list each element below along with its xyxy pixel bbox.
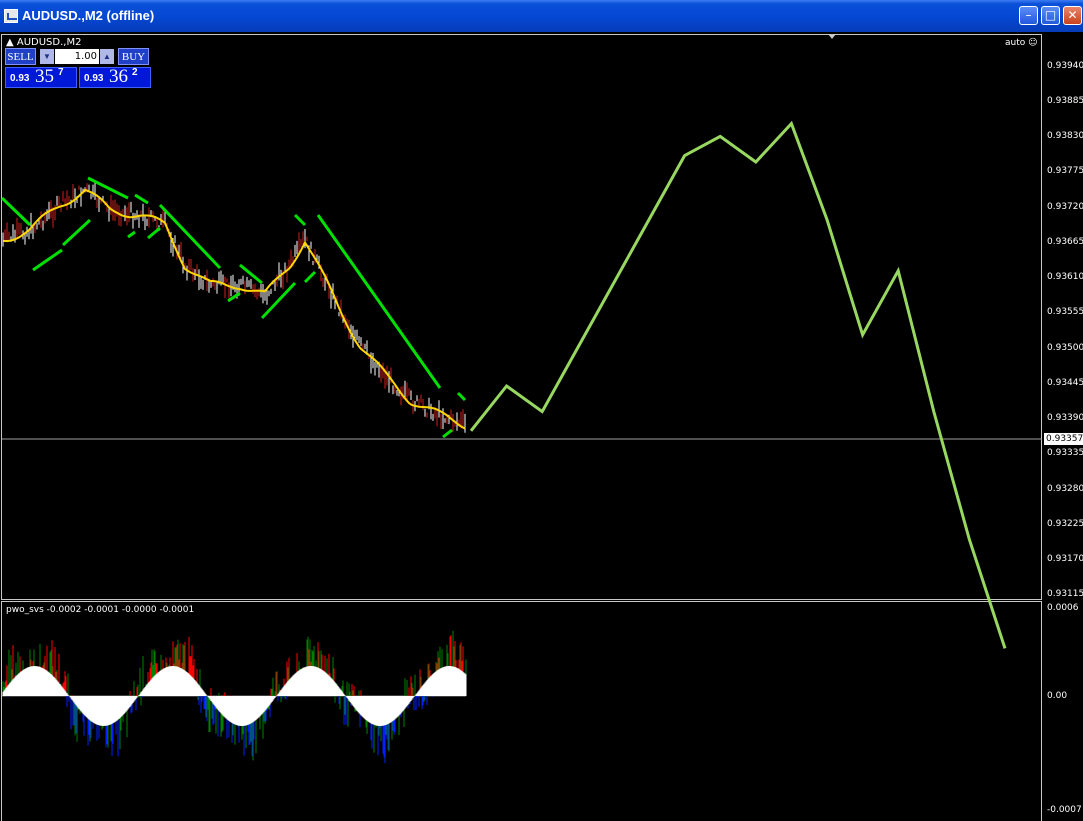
band-segment <box>442 428 453 439</box>
current-price-label: 0.93357 <box>1044 433 1083 445</box>
band-segment <box>0 196 32 227</box>
green-band-segments <box>0 176 467 439</box>
price-axis-label: 0.93115 <box>1047 589 1083 599</box>
yellow-moving-average <box>3 188 466 430</box>
candlesticks <box>2 182 466 433</box>
indicator-axis-label: -0.0007 <box>1047 805 1082 815</box>
band-segment <box>147 226 161 240</box>
lot-size-input[interactable]: 1.00 <box>55 49 99 64</box>
price-axis-label: 0.93225 <box>1047 519 1083 529</box>
band-segment <box>303 270 317 284</box>
band-segment <box>87 176 129 200</box>
price-axis-label: 0.93885 <box>1047 96 1083 106</box>
price-axis-label: 0.93555 <box>1047 307 1083 317</box>
indicator-axis-label: 0.0006 <box>1047 603 1079 613</box>
sell-price-box[interactable]: 0.93 35 7 <box>5 66 77 88</box>
symbol-timeframe-label: ▲ AUDUSD.,M2 <box>6 37 82 48</box>
price-axis-label: 0.93775 <box>1047 166 1083 176</box>
pwo-histogram <box>2 630 467 764</box>
band-segment <box>227 291 241 303</box>
price-axis-label: 0.93500 <box>1047 343 1083 353</box>
buy-price-prefix: 0.93 <box>84 73 104 84</box>
auto-scroll-toggle[interactable]: auto ☺ <box>1005 38 1038 48</box>
price-axis-label: 0.93720 <box>1047 202 1083 212</box>
indicator-axis-label: 0.00 <box>1047 691 1068 701</box>
sell-price-pips: 35 <box>35 66 54 87</box>
price-axis-label: 0.93280 <box>1047 484 1083 494</box>
price-axis-label: 0.93445 <box>1047 378 1083 388</box>
sell-price-fraction: 7 <box>58 67 64 78</box>
lot-decrease-button[interactable]: ▼ <box>40 49 54 64</box>
chart-shift-marker[interactable] <box>828 34 836 39</box>
buy-button[interactable]: BUY <box>118 48 149 65</box>
price-axis-label: 0.93170 <box>1047 554 1083 564</box>
price-axis-label: 0.93665 <box>1047 237 1083 247</box>
band-segment <box>293 213 307 227</box>
band-segment <box>134 193 149 205</box>
band-segment <box>456 391 467 402</box>
price-axis-label: 0.93830 <box>1047 131 1083 141</box>
price-axis-label: 0.93610 <box>1047 272 1083 282</box>
buy-price-fraction: 2 <box>132 67 138 78</box>
sell-button[interactable]: SELL <box>5 48 36 65</box>
band-segment <box>32 248 63 272</box>
lot-increase-button[interactable]: ▲ <box>100 49 114 64</box>
price-axis-label: 0.93390 <box>1047 413 1083 423</box>
indicator-label: pwo_svs -0.0002 -0.0001 -0.0000 -0.0001 <box>6 605 195 615</box>
one-click-trading-panel: SELL ▼ 1.00 ▲ BUY 0.93 35 7 0.93 36 2 <box>5 48 151 88</box>
band-segment <box>127 230 136 239</box>
price-axis-label: 0.93335 <box>1047 448 1083 458</box>
chart-canvas[interactable] <box>0 0 1083 821</box>
sell-price-prefix: 0.93 <box>10 73 30 84</box>
band-segment <box>61 218 92 247</box>
price-axis-label: 0.93940 <box>1047 61 1083 71</box>
forecast-line <box>469 120 1007 649</box>
buy-price-box[interactable]: 0.93 36 2 <box>79 66 151 88</box>
buy-price-pips: 36 <box>109 66 128 87</box>
